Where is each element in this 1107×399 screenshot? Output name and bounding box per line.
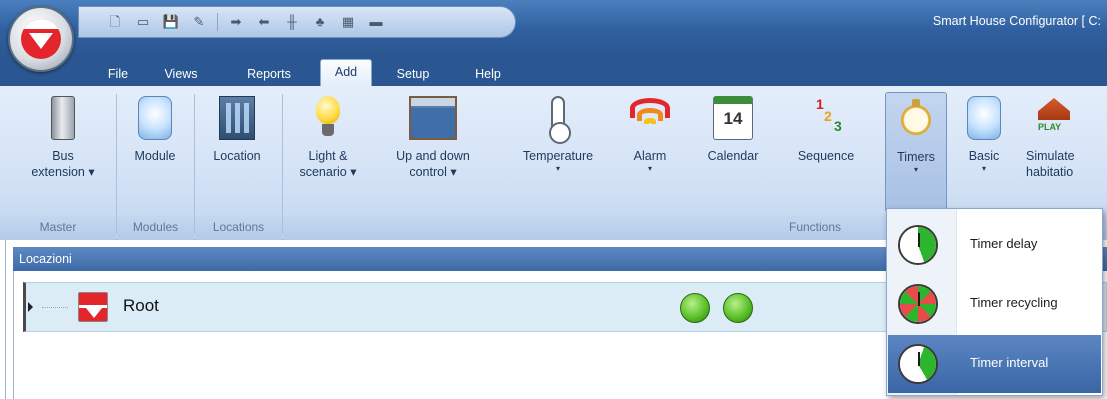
- location-label: Location: [213, 149, 261, 163]
- network-icon[interactable]: ╫: [282, 12, 302, 32]
- menu-item-label: Timer recycling: [970, 295, 1058, 310]
- bus-extension-label-2: extension: [31, 165, 85, 179]
- sequence-digit-1: 1: [816, 96, 824, 112]
- basic-button[interactable]: Basic ▾: [957, 92, 1011, 212]
- export-icon[interactable]: ⬅: [254, 12, 274, 32]
- brand-logo-icon: [21, 19, 61, 59]
- calendar-icon: 14: [713, 96, 753, 140]
- window-shutter-icon: [409, 96, 457, 140]
- sequence-button[interactable]: 1 2 3 Sequence: [782, 92, 870, 212]
- new-icon[interactable]: 🗋: [105, 12, 125, 32]
- light-bulb-icon: [313, 96, 343, 140]
- calendar-button[interactable]: 14 Calendar: [690, 92, 776, 212]
- module-button[interactable]: Module: [122, 92, 188, 212]
- group-separator: [282, 94, 283, 234]
- bus-extension-button[interactable]: Bus extension ▾: [26, 92, 100, 212]
- menu-item-label: Timer interval: [970, 355, 1049, 370]
- sequence-icon: 1 2 3: [806, 96, 846, 140]
- light-scenario-label-2: scenario: [299, 165, 347, 179]
- temperature-button[interactable]: Temperature ▾: [503, 92, 613, 212]
- tab-file[interactable]: File: [98, 63, 138, 85]
- tab-views[interactable]: Views: [157, 63, 205, 85]
- basic-label: Basic: [968, 149, 1000, 163]
- chevron-down-icon: ▾: [88, 165, 95, 179]
- menu-item-timer-recycling[interactable]: Timer recycling: [888, 275, 1101, 333]
- location-button[interactable]: Location: [199, 92, 275, 212]
- group-separator: [194, 94, 195, 234]
- sequence-digit-2: 2: [824, 108, 832, 124]
- tab-setup[interactable]: Setup: [388, 63, 438, 85]
- tab-add[interactable]: Add: [320, 59, 372, 86]
- group-label-locations: Locations: [195, 216, 282, 240]
- import-icon[interactable]: ➡: [226, 12, 246, 32]
- stopwatch-icon: [897, 97, 935, 141]
- timer-interval-icon: [898, 344, 938, 384]
- simulate-habitation-button[interactable]: PLAY Simulate habitatio: [1020, 92, 1107, 212]
- bus-extension-label: Bus: [52, 149, 74, 163]
- menu-tabs: File Views Reports Add Setup Help: [0, 56, 1107, 86]
- building-icon: [219, 96, 255, 140]
- module-icon: [138, 96, 172, 140]
- menu-item-label: Timer delay: [970, 236, 1038, 251]
- sequence-digit-3: 3: [834, 118, 842, 134]
- title-bar: 🗋 ▭ 💾 ✎ ➡ ⬅ ╫ ♣ ▦ ▬ Smart House Configur…: [0, 0, 1107, 56]
- timer-recycling-icon: [898, 284, 938, 324]
- house-play-icon: PLAY: [1034, 96, 1074, 140]
- application-menu-button[interactable]: [8, 6, 74, 72]
- status-ok-icon: [680, 293, 710, 323]
- timers-button[interactable]: Timers ▾: [885, 92, 947, 212]
- brand-logo-icon: [78, 292, 108, 322]
- edit-icon[interactable]: ✎: [189, 12, 209, 32]
- play-badge: PLAY: [1038, 122, 1062, 132]
- tree-connector: [42, 307, 68, 308]
- tab-help[interactable]: Help: [466, 63, 510, 85]
- module-label: Module: [134, 149, 176, 163]
- simulate-label-2: habitatio: [1026, 165, 1074, 179]
- up-down-label: Up and down: [396, 149, 470, 163]
- bus-extension-icon: [51, 96, 75, 140]
- group-label-master: Master: [0, 216, 116, 240]
- palette-icon[interactable]: ▦: [338, 12, 358, 32]
- chevron-down-icon: ▾: [450, 165, 457, 179]
- timers-label: Timers: [897, 150, 935, 164]
- up-down-control-button[interactable]: Up and down control ▾: [378, 92, 488, 212]
- tree-node-label: Root: [123, 296, 159, 315]
- menu-item-timer-interval[interactable]: Timer interval: [888, 335, 1101, 393]
- chevron-down-icon: ▾: [350, 165, 357, 179]
- save-icon[interactable]: 💾: [161, 12, 181, 32]
- chevron-down-icon: ▾: [647, 164, 652, 173]
- simulate-label: Simulate: [1026, 149, 1075, 163]
- up-down-label-2: control: [409, 165, 447, 179]
- status-ok-icon: [723, 293, 753, 323]
- calendar-label: Calendar: [707, 149, 759, 163]
- chevron-down-icon: ▾: [555, 164, 560, 173]
- menu-item-timer-delay[interactable]: Timer delay: [888, 216, 1101, 274]
- thermometer-icon: [549, 96, 571, 144]
- basic-module-icon: [967, 96, 1001, 140]
- monitor-icon[interactable]: ▬: [366, 12, 386, 32]
- open-icon[interactable]: ▭: [133, 12, 153, 32]
- group-separator: [116, 94, 117, 234]
- chevron-down-icon: ▾: [981, 164, 986, 173]
- alarm-label: Alarm: [633, 149, 667, 163]
- alarm-signal-icon: [627, 96, 673, 140]
- pane-border: [5, 240, 6, 399]
- timer-delay-icon: [898, 225, 938, 265]
- expand-arrow-icon[interactable]: [28, 302, 33, 312]
- chevron-down-icon: ▾: [913, 165, 918, 174]
- tree-icon[interactable]: ♣: [310, 12, 330, 32]
- timers-dropdown-menu: Timer delay Timer recycling Timer interv…: [886, 208, 1103, 396]
- toolbar-separator: [217, 13, 218, 31]
- sequence-label: Sequence: [797, 149, 855, 163]
- quick-access-toolbar: 🗋 ▭ 💾 ✎ ➡ ⬅ ╫ ♣ ▦ ▬: [78, 6, 516, 38]
- group-label-modules: Modules: [117, 216, 194, 240]
- window-title: Smart House Configurator [ C:: [932, 14, 1101, 28]
- temperature-label: Temperature: [522, 149, 594, 163]
- light-scenario-label: Light &: [308, 149, 348, 163]
- alarm-button[interactable]: Alarm ▾: [622, 92, 678, 212]
- light-scenario-button[interactable]: Light & scenario ▾: [288, 92, 368, 212]
- tab-reports[interactable]: Reports: [236, 63, 302, 85]
